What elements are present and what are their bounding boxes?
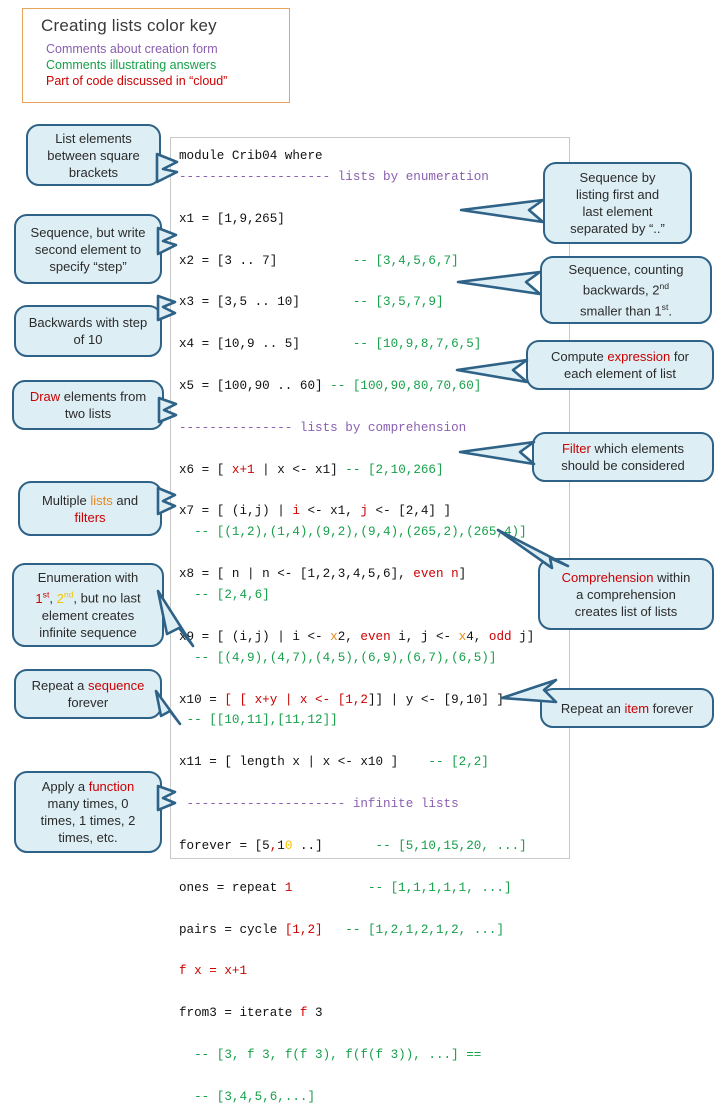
callout-tail-nested-comprehension — [494, 526, 574, 572]
callout-repeat-sequence-label: Repeat a sequence forever — [31, 678, 145, 710]
callout-tail-counting-backwards — [456, 270, 544, 298]
code-panel: module Crib04 where --------------------… — [170, 137, 570, 1104]
callout-tail-draw-two-lists — [157, 396, 183, 424]
callout-tail-enumeration-infinite — [155, 588, 197, 650]
callout-multiple-lists-filters[interactable]: Multiple lists and filters — [18, 481, 162, 536]
callout-sequence-first-last[interactable]: Sequence by listing first and last element… — [543, 162, 692, 244]
color-key-title: Creating lists color key — [41, 16, 217, 35]
callout-apply-function[interactable]: Apply a function many times, 0 times, 1 ti… — [14, 771, 162, 853]
callout-tail-second-element-step — [156, 226, 184, 256]
callout-tail-list-elements — [155, 152, 185, 184]
color-key-box: Creating lists color key Comments about … — [22, 8, 290, 103]
callout-enumeration-infinite-label: Enumeration with 1st, 2nd, but no last ele… — [35, 570, 141, 640]
callout-backwards-step-10-label: Backwards with step of 10 — [28, 315, 148, 347]
callout-filter-elements-label: Filter which elements should be considere… — [561, 441, 685, 473]
callout-list-elements[interactable]: List elements between square brackets — [26, 124, 161, 186]
callout-filter-elements[interactable]: Filter which elements should be considere… — [532, 432, 714, 482]
callout-draw-two-lists-label: Draw elements from two lists — [29, 389, 147, 421]
callout-multiple-lists-filters-label: Multiple lists and filters — [41, 492, 139, 525]
callout-nested-comprehension-label: Comprehension within a comprehension creat… — [561, 569, 691, 619]
callout-repeat-item[interactable]: Repeat an item forever — [540, 688, 714, 728]
callout-tail-filter-elements — [458, 440, 538, 468]
callout-enumeration-infinite[interactable]: Enumeration with 1st, 2nd, but no last ele… — [12, 563, 164, 647]
callout-compute-expression[interactable]: Compute expression for each element of li… — [526, 340, 714, 390]
callout-tail-apply-function — [156, 784, 182, 812]
callout-tail-repeat-sequence — [153, 688, 185, 728]
callout-tail-repeat-item — [500, 678, 560, 706]
callout-repeat-item-label: Repeat an item forever — [560, 700, 694, 716]
color-key-line-cloud: Part of code discussed in “cloud” — [46, 74, 228, 88]
callout-tail-backwards-step-10 — [156, 294, 182, 322]
color-key-line-answers: Comments illustrating answers — [46, 58, 217, 72]
callout-repeat-sequence[interactable]: Repeat a sequence forever — [14, 669, 162, 719]
callout-counting-backwards[interactable]: Sequence, counting backwards, 2nd smaller … — [540, 256, 712, 324]
callout-backwards-step-10[interactable]: Backwards with step of 10 — [14, 305, 162, 357]
callout-apply-function-label: Apply a function many times, 0 times, 1 ti… — [40, 779, 136, 845]
callout-tail-multiple-lists-filters — [156, 486, 182, 516]
callout-second-element-step-label: Sequence, but write second element to spec… — [30, 224, 146, 274]
callout-sequence-first-last-label: Sequence by listing first and last element… — [570, 170, 665, 236]
callout-draw-two-lists[interactable]: Draw elements from two lists — [12, 380, 164, 430]
callout-second-element-step[interactable]: Sequence, but write second element to spec… — [14, 214, 162, 284]
callout-tail-compute-expression — [455, 358, 531, 386]
callout-counting-backwards-label: Sequence, counting backwards, 2nd smaller … — [568, 262, 684, 318]
color-key-line-creation-form: Comments about creation form — [46, 42, 218, 56]
callout-tail-sequence-first-last — [459, 198, 547, 226]
callout-compute-expression-label: Compute expression for each element of li… — [550, 349, 690, 381]
callout-list-elements-label: List elements between square brackets — [47, 130, 140, 180]
